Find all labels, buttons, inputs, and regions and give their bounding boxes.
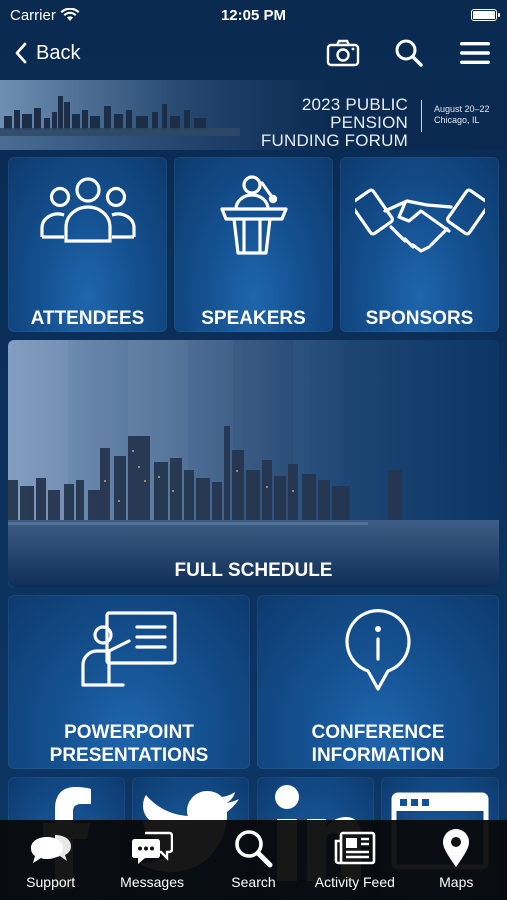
banner-date-line1: August 20–22 (434, 104, 490, 114)
tab-maps-icon-wrap (434, 828, 478, 868)
tab-maps[interactable]: Maps (406, 828, 506, 890)
people-group-icon (39, 177, 136, 243)
newspaper-icon (334, 831, 376, 865)
full-schedule-label: FULL SCHEDULE (174, 560, 333, 581)
tab-activity-feed[interactable]: Activity Feed (305, 828, 405, 890)
tab-support[interactable]: Support (1, 828, 101, 890)
conference-information-tile[interactable]: CONFERENCE INFORMATION (257, 595, 499, 769)
tab-activity-feed-label: Activity Feed (314, 874, 395, 890)
speakers-label: SPEAKERS (201, 308, 306, 329)
banner-date: August 20–22 Chicago, IL (434, 104, 490, 126)
sponsors-tile[interactable]: SPONSORS (340, 157, 499, 332)
tab-search[interactable]: Search (203, 828, 303, 890)
tab-search-label: Search (231, 874, 276, 890)
map-pin-icon (443, 829, 470, 867)
skyline-image (0, 80, 240, 136)
handshake-icon (354, 188, 485, 253)
camera-icon (326, 39, 360, 67)
banner-title-line2: FUNDING FORUM (260, 131, 408, 150)
search-icon (235, 830, 273, 868)
banner-title: 2023 PUBLIC PENSION FUNDING FORUM (222, 96, 408, 150)
conference-label-line1: CONFERENCE (311, 722, 445, 743)
app-screen: Carrier 12:05 PM Back 2023 PUBLIC PENSIO… (0, 0, 507, 900)
banner-date-line2: Chicago, IL (434, 115, 480, 125)
battery-icon (471, 9, 500, 21)
banner-title-line1: 2023 PUBLIC PENSION (301, 95, 408, 132)
nav-bar: Back (0, 30, 507, 76)
tab-messages[interactable]: Messages (102, 828, 202, 890)
search-button[interactable] (391, 35, 427, 71)
attendees-label: ATTENDEES (30, 308, 145, 329)
tab-bar: Support Messages Search Activity Feed Ma… (0, 820, 507, 900)
presentation-board-icon (81, 611, 177, 687)
hamburger-menu-icon (460, 42, 490, 64)
tab-maps-label: Maps (439, 874, 474, 890)
banner-divider (421, 100, 422, 132)
chevron-left-icon (15, 42, 27, 64)
tab-messages-label: Messages (120, 874, 184, 890)
info-pin-icon (345, 609, 411, 691)
event-banner: 2023 PUBLIC PENSION FUNDING FORUM August… (0, 80, 507, 150)
tab-support-icon-wrap (29, 828, 73, 868)
powerpoint-label-line2: PRESENTATIONS (49, 745, 209, 766)
powerpoint-presentations-tile[interactable]: POWERPOINT PRESENTATIONS (8, 595, 250, 769)
nav-actions (325, 35, 493, 71)
status-time: 12:05 PM (220, 6, 287, 24)
powerpoint-label: POWERPOINT PRESENTATIONS (8, 721, 250, 767)
chicago-skyline-image (8, 340, 499, 587)
tab-support-label: Support (26, 874, 76, 890)
chat-bubbles-icon (30, 835, 71, 863)
podium-speaker-icon (219, 175, 288, 255)
full-schedule-tile[interactable]: FULL SCHEDULE (8, 340, 499, 587)
message-icon (132, 831, 174, 864)
powerpoint-label-line1: POWERPOINT (64, 722, 194, 743)
search-icon (395, 39, 423, 67)
conference-label-line2: INFORMATION (311, 745, 445, 766)
conference-label: CONFERENCE INFORMATION (257, 721, 499, 767)
menu-button[interactable] (457, 35, 493, 71)
status-bar: Carrier 12:05 PM (0, 0, 507, 30)
back-label: Back (36, 41, 81, 64)
sponsors-label: SPONSORS (365, 308, 474, 329)
tab-search-icon-wrap (231, 828, 275, 868)
tab-messages-icon-wrap (130, 828, 174, 868)
speakers-tile[interactable]: SPEAKERS (174, 157, 333, 332)
camera-button[interactable] (325, 35, 361, 71)
attendees-tile[interactable]: ATTENDEES (8, 157, 167, 332)
tab-activity-feed-icon-wrap (333, 828, 377, 868)
back-button[interactable]: Back (14, 42, 80, 65)
